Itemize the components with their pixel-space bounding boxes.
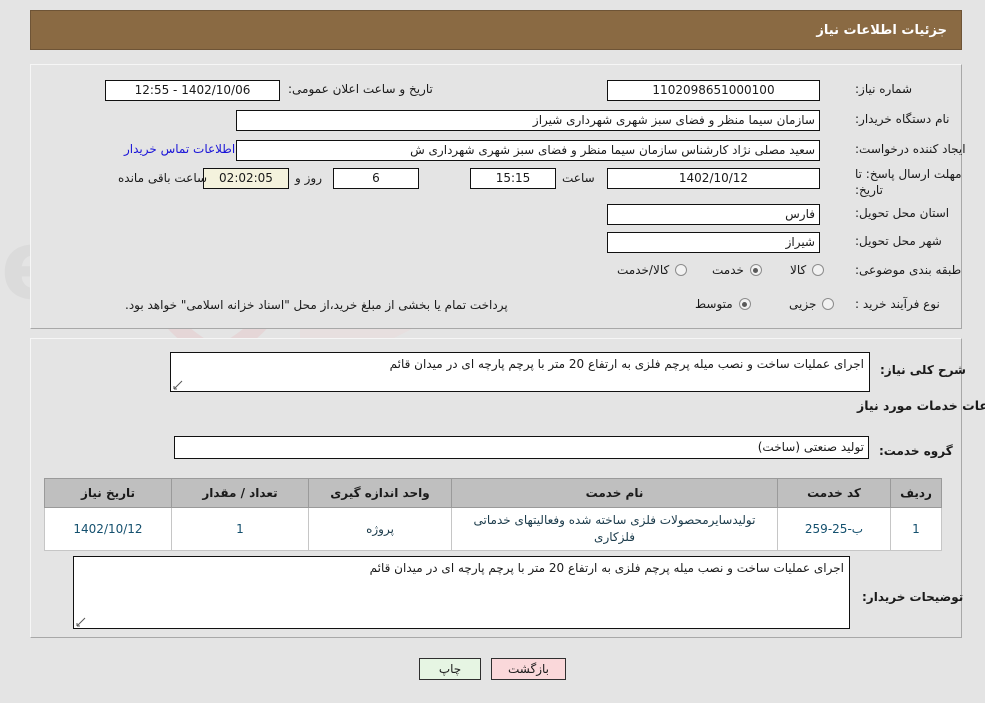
col-qty: تعداد / مقدار [171,478,309,508]
process-type-label: نوع فرآیند خرید : [855,297,940,311]
radio-icon[interactable] [675,264,688,276]
category-radio-kala[interactable]: کالا [790,263,825,277]
category-radio-kala-khedmat[interactable]: کالا/خدمت [617,263,688,277]
print-button[interactable]: چاپ [419,658,481,680]
radio-icon[interactable] [822,298,835,310]
service-group-value: تولید صنعتی (ساخت) [174,436,869,459]
action-button-bar: بازگشت چاپ [0,658,985,680]
window-title-bar: جزئیات اطلاعات نیاز [30,10,962,50]
deadline-remaining-label: ساعت باقی مانده [118,171,208,185]
resize-grip-icon[interactable] [76,617,86,627]
creator-value: سعید مصلی نژاد کارشناس سازمان سیما منظر … [236,140,820,161]
province-value: فارس [607,204,820,225]
need-info-panel [30,64,962,329]
general-desc-label: شرح کلی نیاز: [880,363,966,377]
deadline-days-label: روز و [295,171,322,185]
back-button[interactable]: بازگشت [491,658,566,680]
announce-datetime-label: تاریخ و ساعت اعلان عمومی: [288,82,433,96]
buyer-notes-value: اجرای عملیات ساخت و نصب میله پرچم فلزی ب… [369,561,844,575]
process-type-note: پرداخت تمام یا بخشی از مبلغ خرید،از محل … [125,298,508,312]
creator-label: ایجاد کننده درخواست: [855,142,966,156]
deadline-countdown-value: 02:02:05 [203,168,289,189]
services-table: ردیف کد خدمت نام خدمت واحد اندازه گیری ت… [44,478,942,551]
page-title: جزئیات اطلاعات نیاز [816,22,947,38]
col-radif: ردیف [890,478,942,508]
deadline-days-value: 6 [333,168,419,189]
province-label: استان محل تحویل: [855,206,950,220]
category-label: طبقه بندی موضوعی: [855,263,962,277]
buyer-org-label: نام دستگاه خریدار: [855,112,950,126]
category-radio-khedmat[interactable]: خدمت [712,263,762,277]
cell-unit: پروژه [308,507,452,551]
deadline-time-label: ساعت [562,171,595,185]
cell-radif: 1 [890,507,942,551]
col-date: تاریخ نیاز [44,478,172,508]
radio-icon[interactable] [738,298,751,310]
deadline-date-value: 1402/10/12 [607,168,820,189]
buyer-notes-label: توضیحات خریدار: [862,590,964,604]
table-header-row: ردیف کد خدمت نام خدمت واحد اندازه گیری ت… [44,478,942,508]
col-unit: واحد اندازه گیری [308,478,452,508]
process-radio-motevaset[interactable]: متوسط [695,297,751,311]
resize-grip-icon[interactable] [173,380,183,390]
col-name: نام خدمت [451,478,778,508]
services-table-wrap: ردیف کد خدمت نام خدمت واحد اندازه گیری ت… [44,478,942,551]
announce-datetime-value: 1402/10/06 - 12:55 [105,80,280,101]
cell-qty: 1 [171,507,309,551]
deadline-time-value: 15:15 [470,168,556,189]
radio-icon[interactable] [749,264,762,276]
need-number-label: شماره نیاز: [855,82,912,96]
city-label: شهر محل تحویل: [855,234,942,248]
table-row: 1 ب-25-259 تولیدسایرمحصولات فلزی ساخته ش… [44,507,942,551]
cell-code: ب-25-259 [777,507,891,551]
general-desc-textarea[interactable]: اجرای عملیات ساخت و نصب میله پرچم فلزی ب… [170,352,870,392]
page-root: AriaTender.net جزئیات اطلاعات نیاز شماره… [0,0,985,703]
radio-icon[interactable] [812,264,825,276]
buyer-contact-link[interactable]: اطلاعات تماس خریدار [124,142,235,156]
general-desc-value: اجرای عملیات ساخت و نصب میله پرچم فلزی ب… [389,357,864,371]
cell-name: تولیدسایرمحصولات فلزی ساخته شده وفعالیته… [451,507,778,551]
service-group-label: گروه خدمت: [879,444,953,458]
services-section-title: اطلاعات خدمات مورد نیاز [857,398,985,413]
buyer-org-value: سازمان سیما منظر و فضای سبز شهری شهرداری… [236,110,820,131]
cell-date: 1402/10/12 [44,507,172,551]
buyer-notes-textarea[interactable]: اجرای عملیات ساخت و نصب میله پرچم فلزی ب… [73,556,850,629]
need-number-value: 1102098651000100 [607,80,820,101]
deadline-label: مهلت ارسال پاسخ: تا تاریخ: [855,167,962,197]
city-value: شیراز [607,232,820,253]
col-code: کد خدمت [777,478,891,508]
process-radio-jozii[interactable]: جزیی [789,297,835,311]
